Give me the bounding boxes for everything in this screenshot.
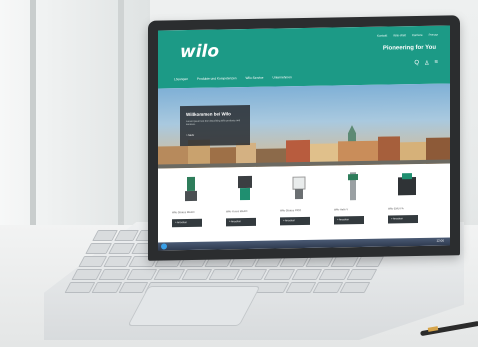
hero-subtitle: Lorem ipsum text line describing Wilo pr… — [186, 119, 241, 127]
product-name: Wilo-Stratos MAXO — [172, 210, 195, 215]
product-card[interactable]: Wilo-Helix V > Ansehen — [334, 170, 374, 237]
product-card[interactable]: Wilo-Yonos MAXO > Ansehen — [226, 172, 266, 239]
laptop-screen: wilo Kontakt Wilo-Welt Karriere Presse P… — [158, 25, 450, 251]
product-name: Wilo-Yonos MAXO — [226, 209, 248, 214]
pump-image — [185, 176, 197, 202]
nav-item[interactable]: Unternehmen — [272, 75, 291, 79]
nav-item[interactable]: Wilo-Service — [246, 76, 264, 80]
start-button[interactable] — [161, 243, 167, 250]
window-frame — [118, 0, 124, 225]
laptop-lid: wilo Kontakt Wilo-Welt Karriere Presse P… — [148, 15, 460, 261]
touchpad[interactable] — [127, 286, 261, 326]
hero-textbox: Willkommen bei Wilo Lorem ipsum text lin… — [180, 104, 250, 147]
nav-item[interactable]: Lösungen — [174, 77, 188, 81]
product-name: Wilo-Stratos PICO — [280, 209, 302, 213]
view-button[interactable]: > Ansehen — [280, 216, 310, 226]
pump-image — [398, 173, 416, 196]
hero-banner: Willkommen bei Wilo Lorem ipsum text lin… — [158, 83, 450, 169]
product-grid: Wilo-Stratos MAXO > Ansehen Wilo-Yonos M… — [172, 169, 442, 244]
hero-link[interactable]: > Mehr — [186, 134, 194, 137]
product-card[interactable]: Wilo-EMU FA > Ansehen — [388, 169, 428, 236]
wilo-logo[interactable]: wilo — [180, 41, 219, 62]
utility-links: Kontakt Wilo-Welt Karriere Presse — [377, 33, 438, 38]
search-icon[interactable]: Q — [414, 60, 419, 67]
view-button[interactable]: > Ansehen — [172, 218, 202, 228]
system-tray-clock: 12:00 — [436, 238, 444, 243]
site-header: wilo Kontakt Wilo-Welt Karriere Presse P… — [158, 25, 450, 89]
product-card[interactable]: Wilo-Stratos PICO > Ansehen — [280, 171, 320, 238]
menu-icon[interactable]: ≡ — [434, 60, 438, 67]
view-button[interactable]: > Ansehen — [388, 215, 418, 224]
product-name: Wilo-EMU FA — [388, 207, 404, 211]
view-button[interactable]: > Ansehen — [334, 215, 364, 225]
utility-link[interactable]: Presse — [429, 33, 438, 37]
hero-title: Willkommen bei Wilo — [186, 111, 231, 118]
window-frame — [30, 0, 36, 225]
pump-image — [292, 176, 306, 200]
tagline: Pioneering for You — [382, 44, 436, 52]
product-card[interactable]: Wilo-Stratos MAXO > Ansehen — [172, 173, 212, 240]
utility-link[interactable]: Kontakt — [377, 34, 387, 38]
view-button[interactable]: > Ansehen — [226, 217, 256, 227]
product-name: Wilo-Helix V — [334, 208, 349, 212]
window-light — [0, 0, 150, 230]
main-nav: Lösungen Produkte und Kompetenzen Wilo-S… — [174, 75, 292, 81]
pump-image — [238, 175, 252, 201]
utility-link[interactable]: Karriere — [412, 33, 423, 37]
nav-item[interactable]: Produkte und Kompetenzen — [197, 76, 237, 81]
header-tools: Q ♙ ≡ — [414, 60, 438, 67]
pump-image — [348, 172, 358, 201]
account-icon[interactable]: ♙ — [424, 60, 429, 67]
utility-link[interactable]: Wilo-Welt — [393, 33, 406, 37]
